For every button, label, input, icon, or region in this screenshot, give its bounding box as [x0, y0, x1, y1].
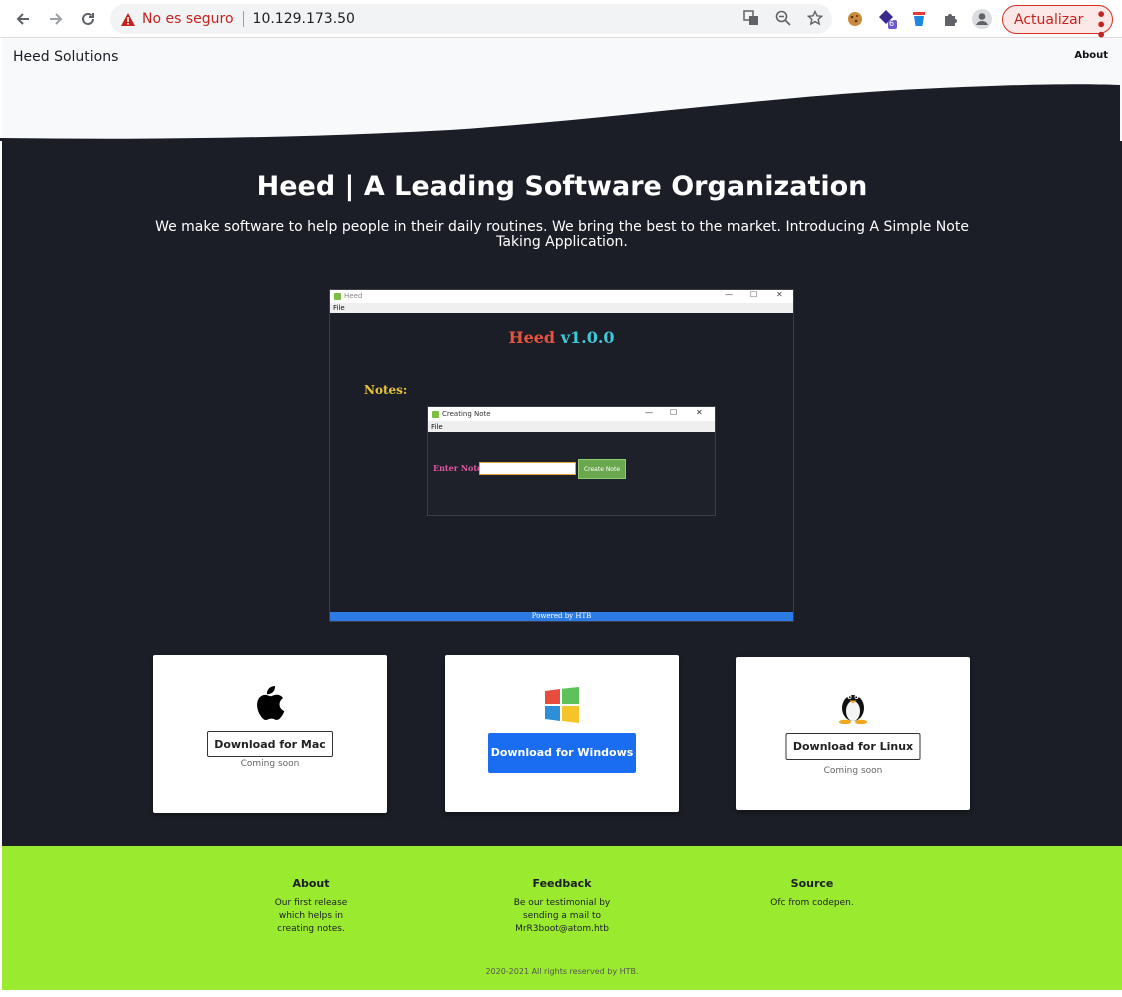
footer-feedback-title: Feedback — [532, 877, 592, 890]
note-dialog-logo-icon — [432, 411, 439, 418]
note-dialog: Creating Note — ☐ ✕ File Enter Note Crea… — [427, 406, 716, 516]
omnibox-separator — [242, 11, 244, 27]
profile-avatar-icon[interactable] — [972, 9, 992, 29]
app-screenshot: Heed — ☐ ✕ File Heed v1.0.0 Notes: Creat… — [329, 289, 794, 622]
footer-about-title: About — [292, 877, 330, 890]
app-heading-version: v1.0.0 — [560, 328, 615, 347]
maximize-icon: ☐ — [750, 290, 758, 299]
not-secure-label[interactable]: No es seguro — [142, 11, 234, 27]
app-footer-bar: Powered by HTB — [330, 612, 793, 621]
apple-icon — [255, 686, 285, 724]
enter-note-label: Enter Note — [433, 463, 483, 473]
app-notes-label: Notes: — [364, 383, 408, 397]
app-window-title: Heed — [344, 292, 363, 300]
note-maximize-icon: ☐ — [670, 408, 678, 417]
linux-download-card: Download for Linux Coming soon — [736, 657, 970, 810]
back-icon[interactable] — [11, 7, 35, 31]
app-file-menu: File — [333, 304, 345, 312]
linux-tux-icon — [838, 688, 868, 728]
translate-icon[interactable] — [742, 9, 760, 27]
extension-badge: 6 — [889, 19, 895, 28]
footer-feedback-text: Be our testimonial by sending a mail to … — [513, 898, 611, 934]
note-dialog-menubar: File — [428, 421, 715, 432]
app-heading: Heed v1.0.0 — [330, 328, 793, 347]
hero-subtitle: We make software to help people in their… — [155, 219, 969, 250]
note-dialog-titlebar: Creating Note — ☐ ✕ — [428, 407, 715, 421]
hacktools-extension-icon[interactable]: 6 — [877, 9, 897, 29]
update-button-label: Actualizar — [1014, 11, 1084, 28]
footer-about-column: About Our first release which helps in c… — [246, 877, 376, 936]
download-mac-button[interactable]: Download for Mac — [207, 731, 333, 757]
footer-source-title: Source — [790, 877, 834, 890]
app-menubar: File — [330, 303, 793, 313]
mac-download-card: Download for Mac Coming soon — [153, 655, 387, 813]
footer-source-text: Ofc from codepen. — [770, 898, 854, 908]
footer-source-column: Source Ofc from codepen. — [747, 877, 877, 910]
site-footer: About Our first release which helps in c… — [2, 846, 1122, 990]
note-minimize-icon: — — [645, 408, 653, 417]
header-wave — [0, 84, 1120, 141]
note-input — [479, 462, 576, 475]
footer-copyright: 2020-2021 All rights reserved by HTB. — [485, 967, 639, 976]
minimize-icon: — — [725, 290, 733, 299]
note-dialog-title: Creating Note — [442, 410, 491, 418]
download-windows-button[interactable]: Download for Windows — [488, 733, 636, 773]
hero-title: Heed | A Leading Software Organization — [256, 171, 868, 202]
bookmark-star-icon[interactable] — [806, 9, 824, 27]
create-note-button: Create Note — [578, 459, 626, 479]
reload-icon[interactable] — [76, 7, 100, 31]
app-heading-name: Heed — [508, 328, 556, 347]
app-window-titlebar: Heed — ☐ ✕ — [330, 290, 793, 303]
windows-download-card: Download for Windows — [445, 655, 679, 812]
url-text[interactable]: 10.129.173.50 — [253, 11, 355, 27]
warning-icon[interactable] — [120, 11, 136, 27]
close-icon: ✕ — [776, 290, 783, 299]
zoom-icon[interactable] — [774, 9, 792, 27]
download-linux-button[interactable]: Download for Linux — [785, 733, 921, 760]
main-section: Heed | A Leading Software Organization W… — [2, 141, 1122, 846]
windows-icon — [544, 687, 580, 727]
linux-coming-soon: Coming soon — [823, 766, 883, 776]
update-button[interactable]: Actualizar ••• — [1002, 5, 1113, 40]
mac-coming-soon: Coming soon — [240, 759, 300, 769]
browser-toolbar: No es seguro 10.129.173.50 6 Actualizar — [0, 0, 1122, 40]
menu-dots-icon[interactable]: ••• — [1091, 9, 1110, 40]
bucket-extension-icon[interactable] — [909, 9, 929, 29]
address-bar[interactable]: No es seguro 10.129.173.50 — [110, 4, 832, 34]
note-close-icon: ✕ — [696, 408, 703, 417]
note-file-menu: File — [431, 423, 443, 431]
footer-about-text: Our first release which helps in creatin… — [274, 898, 348, 934]
cookie-extension-icon[interactable] — [845, 9, 865, 29]
extensions-puzzle-icon[interactable] — [941, 9, 961, 29]
app-logo-icon — [334, 293, 341, 300]
forward-icon[interactable] — [44, 7, 68, 31]
footer-feedback-column: Feedback Be our testimonial by sending a… — [497, 877, 627, 936]
